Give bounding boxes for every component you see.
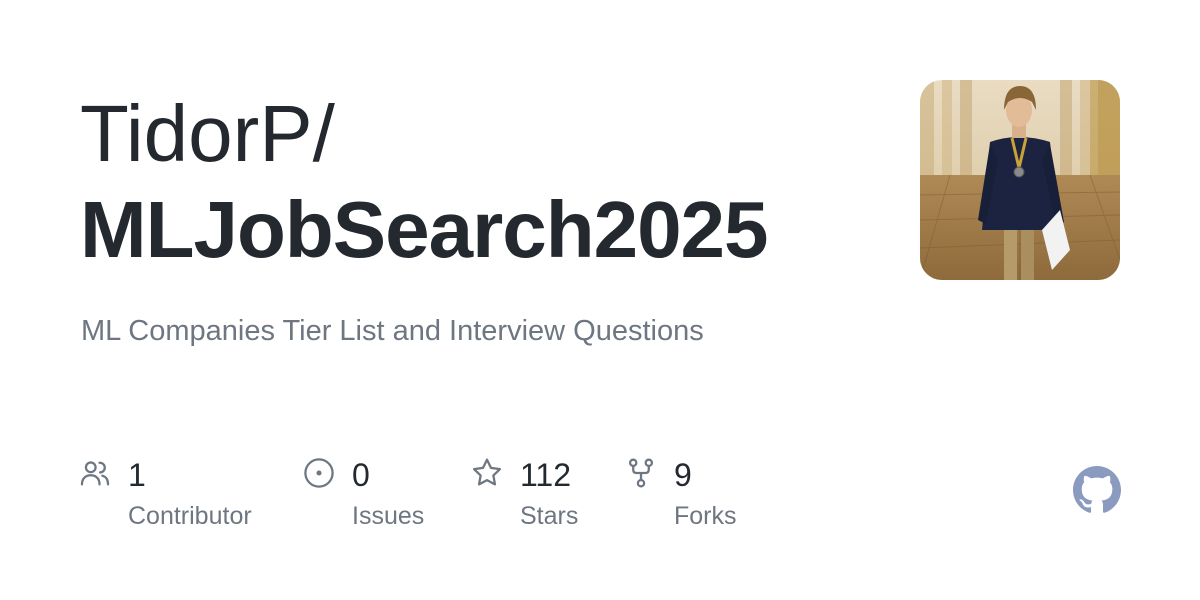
stars-label: Stars	[520, 502, 579, 530]
forks-label: Forks	[674, 502, 737, 530]
people-icon	[80, 461, 110, 486]
contributors-count: 1	[128, 457, 146, 493]
repo-name[interactable]: MLJobSearch2025	[80, 182, 769, 278]
owner-avatar[interactable]	[920, 80, 1120, 280]
repo-forked-icon	[628, 458, 654, 488]
github-logo-icon[interactable]	[1073, 466, 1121, 514]
star-icon	[472, 458, 502, 486]
stars-count: 112	[520, 457, 572, 493]
repo-owner[interactable]: TidorP/	[80, 88, 335, 180]
contributors-label: Contributor	[128, 502, 252, 530]
issues-label: Issues	[352, 502, 425, 530]
issue-opened-icon	[304, 458, 334, 488]
repo-description: ML Companies Tier List and Interview Que…	[81, 315, 704, 347]
issues-count: 0	[352, 457, 370, 493]
forks-count: 9	[674, 457, 692, 493]
avatar-photo	[920, 80, 1120, 280]
